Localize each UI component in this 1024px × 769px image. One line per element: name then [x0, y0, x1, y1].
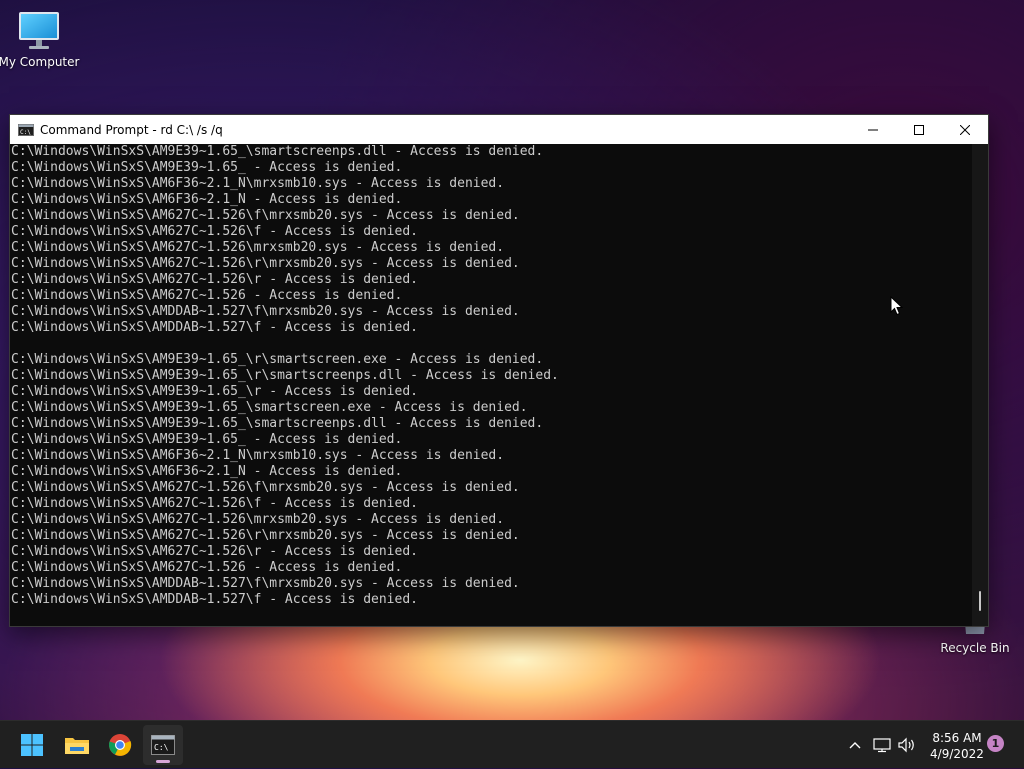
system-clock[interactable]: 8:56 AM 4/9/2022: [922, 730, 992, 762]
console-line: C:\Windows\WinSxS\AM627C~1.526\r - Acces…: [11, 544, 418, 559]
notification-badge[interactable]: 1: [987, 735, 1004, 752]
console-line: C:\Windows\WinSxS\AM627C~1.526 - Access …: [11, 560, 403, 575]
desktop-icon-my-computer[interactable]: My Computer: [0, 10, 84, 69]
console-line: C:\Windows\WinSxS\AM9E39~1.65_\r - Acces…: [11, 384, 418, 399]
show-hidden-icons-button[interactable]: [843, 721, 867, 769]
console-line: C:\Windows\WinSxS\AM627C~1.526\r\mrxsmb2…: [11, 256, 520, 271]
console-line: C:\Windows\WinSxS\AM6F36~2.1_N - Access …: [11, 192, 403, 207]
console-line: C:\Windows\WinSxS\AM9E39~1.65_\smartscre…: [11, 144, 544, 159]
volume-icon: [898, 737, 914, 753]
console-line: C:\Windows\WinSxS\AMDDAB~1.527\f - Acces…: [11, 320, 418, 335]
console-line: C:\Windows\WinSxS\AM627C~1.526\mrxsmb20.…: [11, 240, 505, 255]
chevron-up-icon: [849, 742, 861, 749]
console-line: C:\Windows\WinSxS\AM9E39~1.65_\r\smartsc…: [11, 352, 544, 367]
volume-button[interactable]: [896, 721, 918, 769]
console-line: C:\Windows\WinSxS\AMDDAB~1.527\f\mrxsmb2…: [11, 304, 520, 319]
mouse-pointer-icon: [890, 296, 904, 316]
taskbar: C:\ 8:56 AM 4/9/2022: [0, 720, 1024, 768]
console-line: C:\Windows\WinSxS\AM6F36~2.1_N\mrxsmb10.…: [11, 176, 505, 191]
console-line: C:\Windows\WinSxS\AMDDAB~1.527\f\mrxsmb2…: [11, 576, 520, 591]
desktop-icon-label: Recycle Bin: [940, 641, 1010, 655]
maximize-button[interactable]: [896, 115, 942, 144]
console-line: C:\Windows\WinSxS\AM9E39~1.65_ - Access …: [11, 432, 403, 447]
start-button[interactable]: [12, 725, 52, 765]
close-button[interactable]: [942, 115, 988, 144]
minimize-icon: [868, 129, 878, 130]
console-line: C:\Windows\WinSxS\AM627C~1.526\r\mrxsmb2…: [11, 528, 520, 543]
console-line: C:\Windows\WinSxS\AM6F36~2.1_N\mrxsmb10.…: [11, 448, 505, 463]
windows-logo-icon: [21, 734, 43, 756]
scrollbar-thumb[interactable]: [979, 591, 981, 611]
minimize-button[interactable]: [850, 115, 896, 144]
console-line: C:\Windows\WinSxS\AM627C~1.526\f - Acces…: [11, 496, 418, 511]
title-bar[interactable]: C:\ Command Prompt - rd C:\ /s /q: [10, 115, 988, 144]
console-line: C:\Windows\WinSxS\AM9E39~1.65_\r\smartsc…: [11, 368, 559, 383]
console-line: C:\Windows\WinSxS\AM627C~1.526 - Access …: [11, 288, 403, 303]
svg-text:C:\: C:\: [154, 743, 169, 752]
maximize-icon: [914, 124, 924, 135]
clock-date: 4/9/2022: [930, 747, 984, 761]
console-output[interactable]: C:\Windows\WinSxS\AM9E39~1.65_\smartscre…: [10, 144, 972, 626]
console-line: C:\Windows\WinSxS\AM627C~1.526\f\mrxsmb2…: [11, 208, 520, 223]
console-line: C:\Windows\WinSxS\AM627C~1.526\r - Acces…: [11, 272, 418, 287]
console-line: C:\Windows\WinSxS\AM6F36~2.1_N - Access …: [11, 464, 403, 479]
command-prompt-window: C:\ Command Prompt - rd C:\ /s /q C:\Win…: [9, 114, 989, 627]
taskbar-file-explorer[interactable]: [57, 725, 97, 765]
network-button[interactable]: [871, 721, 893, 769]
console-line: C:\Windows\WinSxS\AM9E39~1.65_ - Access …: [11, 160, 403, 175]
taskbar-command-prompt[interactable]: C:\: [143, 725, 183, 765]
console-line: C:\Windows\WinSxS\AM9E39~1.65_\smartscre…: [11, 416, 544, 431]
console-line: C:\Windows\WinSxS\AM9E39~1.65_\smartscre…: [11, 400, 528, 415]
vertical-scrollbar[interactable]: [972, 144, 988, 626]
active-indicator: [156, 760, 170, 763]
chrome-icon: [109, 734, 132, 756]
window-title: Command Prompt - rd C:\ /s /q: [40, 122, 223, 137]
desktop-icon-label: My Computer: [0, 55, 80, 69]
clock-time: 8:56 AM: [932, 731, 982, 745]
terminal-icon: C:\: [151, 735, 175, 755]
console-line: C:\Windows\WinSxS\AM627C~1.526\f - Acces…: [11, 224, 418, 239]
monitor-icon: [19, 12, 59, 49]
console-line: C:\Windows\WinSxS\AMDDAB~1.527\f - Acces…: [11, 592, 418, 607]
console-line: C:\Windows\WinSxS\AM627C~1.526\f\mrxsmb2…: [11, 480, 520, 495]
close-icon: [960, 124, 970, 135]
console-line: C:\Windows\WinSxS\AM627C~1.526\mrxsmb20.…: [11, 512, 505, 527]
svg-text:C:\: C:\: [20, 129, 31, 136]
taskbar-chrome[interactable]: [100, 725, 140, 765]
folder-icon: [65, 738, 89, 754]
terminal-icon: C:\: [18, 123, 34, 136]
network-icon: [873, 738, 891, 753]
